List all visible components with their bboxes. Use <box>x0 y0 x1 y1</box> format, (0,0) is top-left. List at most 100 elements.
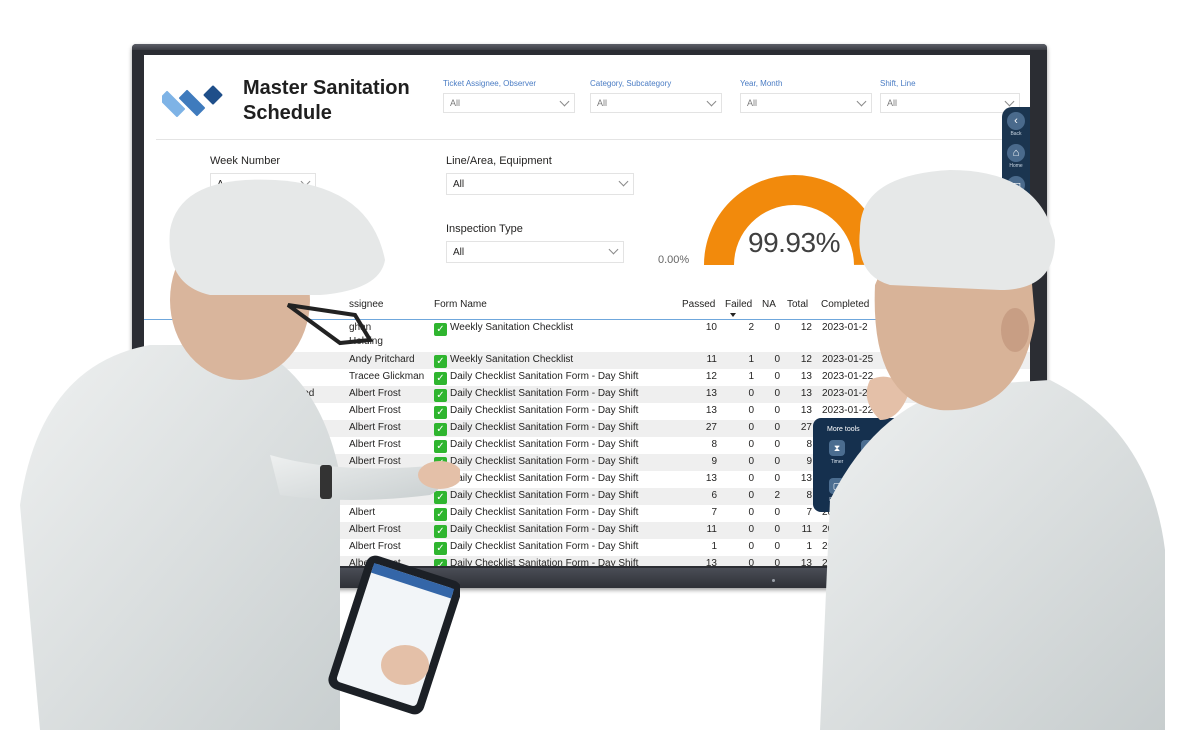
form-name-text: Daily Checklist Sanitation Form - Day Sh… <box>450 439 639 450</box>
table-row[interactable]: ed Tracee Glickman 12 1 0 13 2023-01-22 ✓ Daily … <box>144 369 1030 386</box>
cell-total: 8 <box>806 439 812 450</box>
filter-dropdown[interactable]: All <box>880 93 1020 113</box>
column-header-completed[interactable]: Completed <box>821 299 869 310</box>
chevron-down-icon <box>1004 96 1015 107</box>
checkmark-icon: ✓ <box>434 525 447 538</box>
cell-na: 0 <box>774 388 780 399</box>
cell-na: 0 <box>774 322 780 333</box>
form-name-text: Weekly Sanitation Checklist <box>450 322 574 333</box>
cell-passed: 7 <box>711 507 717 518</box>
cell-passed: 10 <box>705 322 717 333</box>
table-row[interactable]: Albert Frost 13 0 0 13 2023 ✓ Daily Checklist S… <box>144 556 1030 566</box>
cell-assignee: ghan <box>349 322 372 333</box>
form-name-text: Daily Checklist Sanitation Form - Day Sh… <box>450 558 639 566</box>
gauge-value-label: 99.93% <box>748 227 840 258</box>
filter-dropdown[interactable]: All <box>740 93 872 113</box>
form-name-text: Daily Checklist Sanitation Form - Day Sh… <box>450 371 639 382</box>
filter-dropdown[interactable]: All <box>443 93 575 113</box>
cell-passed: 11 <box>706 524 717 535</box>
slicer-line-area[interactable]: Line/Area, Equipment All <box>446 155 634 195</box>
cell-status: Completed <box>266 422 315 433</box>
filter-ticket-assignee[interactable]: Ticket Assignee, Observer All <box>443 79 575 113</box>
slicer-dropdown[interactable]: A <box>210 173 316 195</box>
toolbar-home-button[interactable]: ⌂ Home <box>1006 144 1026 169</box>
filter-year-month[interactable]: Year, Month All <box>740 79 872 113</box>
slicer-week-number[interactable]: Week Number A <box>210 155 316 195</box>
cell-assignee: Albert <box>349 507 376 518</box>
page-title-line1: Master Sanitation <box>243 77 410 99</box>
screen-icon: ▣ <box>893 440 909 456</box>
form-name-text: Daily Checklist Sanitation Form - Day Sh… <box>450 456 639 467</box>
slicer-value: All <box>453 179 465 190</box>
cell-passed: 6 <box>711 490 717 501</box>
cell-form-name: ✓ Weekly Sanitation Checklist <box>434 322 573 336</box>
monitor-bezel <box>132 568 1047 588</box>
cell-passed: 11 <box>706 354 717 365</box>
cell-status: Completed <box>266 388 315 399</box>
form-name-text: Daily Checklist Sanitation Form - Day Sh… <box>450 422 639 433</box>
filter-label: Ticket Assignee, Observer <box>443 79 537 88</box>
column-header-failed[interactable]: Failed <box>725 299 752 310</box>
tool-label: Freeze <box>829 497 845 503</box>
toolbar-back-button[interactable]: ‹ Back <box>1006 112 1026 137</box>
cell-assignee: Albert Frost <box>349 405 401 416</box>
cell-na: 0 <box>774 371 780 382</box>
cell-passed: 27 <box>705 422 717 433</box>
cell-form-name: ✓ Daily Checklist Sanitation Form - Day S… <box>434 541 638 555</box>
cell-total: 12 <box>800 322 812 333</box>
form-name-text: Daily Checklist Sanitation Form - Day Sh… <box>450 524 639 535</box>
column-header-assignee[interactable]: ssignee <box>349 299 383 310</box>
chevron-down-icon <box>300 176 311 187</box>
slicer-dropdown[interactable]: All <box>446 173 634 195</box>
tool-screen[interactable]: ▣ <box>881 440 921 456</box>
cell-total: 1 <box>806 541 812 552</box>
cell-passed: 1 <box>711 541 717 552</box>
table-row[interactable]: Albert Frost 1 0 0 1 2023- ✓ Daily Checklist Sa… <box>144 539 1030 556</box>
column-header-na[interactable]: NA <box>762 299 776 310</box>
slicer-inspection-type[interactable]: Inspection Type All <box>446 223 624 263</box>
toolbar-label: Home <box>1009 163 1023 169</box>
checkmark-icon: ✓ <box>434 542 447 555</box>
filter-category[interactable]: Category, Subcategory All <box>590 79 722 113</box>
cell-na: 0 <box>774 422 780 433</box>
slicer-label: Line/Area, Equipment <box>446 155 552 167</box>
cell-total: 13 <box>800 405 812 416</box>
cell-na: 0 <box>774 507 780 518</box>
cell-completed: 2023-01-2 <box>822 322 868 333</box>
cell-na: 0 <box>774 456 780 467</box>
filter-dropdown[interactable]: All <box>590 93 722 113</box>
form-name-text: Daily Checklist Sanitation Form - Day Sh… <box>450 405 639 416</box>
column-header-form-name[interactable]: Form Name <box>434 299 487 310</box>
filter-shift-line[interactable]: Shift, Line All <box>880 79 1020 113</box>
table-row[interactable]: ghan Holding 10 2 0 12 2023-01-2 ✓ Weekly Sanita… <box>144 320 1030 352</box>
table-row[interactable]: Albert Frost 11 0 0 11 2023-0 ✓ Daily Checklist… <box>144 522 1030 539</box>
stage-icon: ▭ <box>1007 176 1025 194</box>
tool-monitor[interactable]: ▭ <box>849 478 889 494</box>
slicer-dropdown[interactable]: All <box>446 241 624 263</box>
toolbar-stage-button[interactable]: ▭ Stage <box>1006 176 1026 201</box>
toolbar-label: Stage <box>1009 195 1023 201</box>
chevron-down-icon <box>608 244 619 255</box>
table-row[interactable]: Andy Pritchard 11 1 0 12 2023-01-25 ✓ Weekly Sa… <box>144 352 1030 369</box>
checkmark-icon: ✓ <box>434 457 447 470</box>
checkmark-icon: ✓ <box>434 406 447 419</box>
table-row[interactable]: Completed Albert Frost 13 0 0 13 2023-01-22 ✓ Da… <box>144 386 1030 403</box>
slicer-value: A <box>217 179 224 190</box>
cell-total: 13 <box>800 558 812 566</box>
cell-form-name: ✓ Daily Checklist Sanitation Form - Day S… <box>434 473 638 487</box>
checkmark-icon: ✓ <box>434 474 447 487</box>
tool-label: Stopwatch <box>857 459 881 465</box>
cell-total: 7 <box>806 507 812 518</box>
column-header-passed[interactable]: Passed <box>682 299 715 310</box>
cell-total: 9 <box>806 456 812 467</box>
filter-value: All <box>597 98 608 108</box>
cell-total: 12 <box>800 354 812 365</box>
cell-total: 13 <box>800 371 812 382</box>
chevron-down-icon <box>706 96 717 107</box>
form-name-text: Daily Checklist Sanitation Form - Day Sh… <box>450 507 639 518</box>
column-header-total[interactable]: Total <box>787 299 808 310</box>
cell-na: 0 <box>774 524 780 535</box>
home-icon: ⌂ <box>1007 144 1025 162</box>
cell-na: 0 <box>774 405 780 416</box>
cell-form-name: ✓ Daily Checklist Sanitation Form - Day S… <box>434 371 638 385</box>
